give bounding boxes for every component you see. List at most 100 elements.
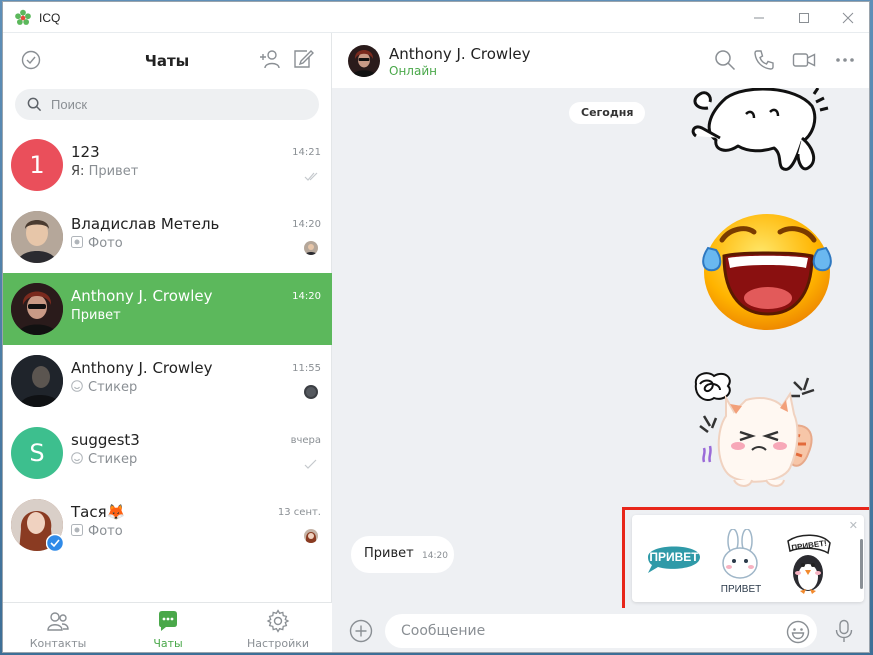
suggestion-label: ПРИВЕТ: [649, 550, 699, 564]
chat-preview: Стикер: [71, 380, 137, 395]
chat-item-vladislav[interactable]: Владислав Метель Фото 14:20: [3, 201, 332, 273]
chat-preview: Привет: [71, 308, 121, 323]
search-icon: [27, 97, 42, 112]
message-text: Привет: [364, 546, 414, 561]
avatar: [11, 211, 63, 263]
nav-chats[interactable]: Чаты: [113, 603, 223, 652]
minimize-button[interactable]: [736, 2, 781, 33]
sticker-icon: [71, 452, 83, 464]
chat-item-123[interactable]: 1 123 Я: Привет 14:21: [3, 129, 332, 201]
read-check-icon: [304, 459, 317, 469]
chats-icon: [159, 611, 177, 631]
sidebar-header: Чаты: [3, 33, 331, 86]
chat-name: Anthony J. Crowley: [71, 287, 213, 305]
suggestion-label: ПРИВЕТ: [721, 584, 762, 595]
search-icon[interactable]: [714, 49, 736, 71]
chat-preview: Фото: [71, 236, 123, 251]
conversation-name[interactable]: Anthony J. Crowley: [389, 45, 530, 63]
conversation-header: Anthony J. Crowley Онлайн: [332, 33, 869, 88]
sticker-privet-penguin[interactable]: ПРИВЕТ!: [782, 531, 834, 595]
chat-time: 14:20: [292, 291, 321, 302]
nav-label: Контакты: [29, 637, 87, 650]
close-button[interactable]: [825, 2, 869, 33]
chat-preview: Я: Привет: [71, 164, 138, 179]
avatar: [11, 355, 63, 407]
close-icon[interactable]: ✕: [849, 519, 858, 532]
photo-icon: [71, 524, 83, 536]
message-bubble[interactable]: Привет 14:20: [351, 536, 454, 573]
sticker-laughing-emoji[interactable]: [700, 206, 834, 332]
message-time: 14:20: [422, 551, 448, 561]
chat-preview: Стикер: [71, 452, 137, 467]
sticker-suggestions: ✕ ПРИВЕТ ПРИВЕТ ПРИВЕТ!: [632, 515, 864, 602]
avatar-photo-icon: [348, 45, 380, 77]
app-window: ICQ Чаты Поиск 1 123 Я: Привет 14:21 Вла…: [2, 1, 870, 653]
nav-settings[interactable]: Настройки: [223, 603, 333, 652]
bottom-nav: Контакты Чаты Настройки: [3, 602, 333, 652]
chat-time: вчера: [290, 435, 321, 446]
conversation-panel: Anthony J. Crowley Онлайн Сегодня Привет…: [332, 33, 869, 652]
chat-item-anthony[interactable]: Anthony J. Crowley Стикер 11:55: [3, 345, 332, 417]
suggestions-scrollbar[interactable]: [860, 539, 863, 589]
avatar-letter: 1: [29, 151, 45, 179]
chat-preview: Фото: [71, 524, 123, 539]
maximize-button[interactable]: [781, 2, 826, 33]
online-status: Онлайн: [389, 64, 437, 78]
chat-item-anthony-active[interactable]: Anthony J. Crowley Привет 14:20: [3, 273, 332, 345]
icq-logo-icon: [15, 9, 31, 25]
avatar: [11, 499, 64, 552]
avatar-photo-icon: [11, 355, 63, 407]
avatar-photo-icon: [11, 283, 63, 335]
contacts-icon: [47, 612, 69, 631]
avatar: S: [11, 427, 63, 479]
chat-time: 14:20: [292, 219, 321, 230]
video-call-icon[interactable]: [792, 49, 816, 71]
nav-contacts[interactable]: Контакты: [3, 603, 113, 652]
sticker-angry-cat[interactable]: [690, 370, 824, 500]
chat-item-suggest3[interactable]: S suggest3 Стикер вчера: [3, 417, 332, 489]
chat-preview-prefix: Я:: [71, 164, 85, 179]
more-options-icon[interactable]: [834, 49, 856, 71]
message-input[interactable]: [385, 614, 817, 648]
avatar: [11, 283, 63, 335]
date-divider: Сегодня: [569, 102, 646, 124]
nav-label: Настройки: [246, 637, 310, 650]
sticker-privet-bunny[interactable]: ПРИВЕТ: [716, 529, 766, 595]
maximize-icon: [798, 12, 809, 23]
sticker-cat-running[interactable]: [686, 88, 868, 192]
search-input[interactable]: [51, 89, 306, 120]
mini-avatar-icon: [304, 385, 318, 399]
photo-icon: [71, 236, 83, 248]
chat-time: 14:21: [292, 147, 321, 158]
chat-item-tasya[interactable]: Тася🦊 Фото 13 сент.: [3, 489, 332, 561]
chat-name: suggest3: [71, 431, 140, 449]
chat-name: 123: [71, 143, 100, 161]
search-bar[interactable]: [15, 89, 319, 120]
read-check-icon: [304, 172, 318, 181]
chat-preview-text: Стикер: [88, 380, 138, 395]
message-composer: [332, 608, 869, 652]
sticker-privet-bubble[interactable]: ПРИВЕТ: [644, 539, 704, 575]
microphone-icon[interactable]: [834, 619, 854, 643]
chat-name: Anthony J. Crowley: [71, 359, 213, 377]
chat-name: Владислав Метель: [71, 215, 220, 233]
close-icon: [842, 12, 853, 23]
emoji-icon[interactable]: [786, 620, 810, 644]
chat-list: 1 123 Я: Привет 14:21 Владислав Метель Ф…: [3, 129, 332, 561]
minimize-icon: [753, 17, 764, 18]
compose-icon[interactable]: [292, 48, 314, 70]
app-title: ICQ: [39, 11, 61, 25]
chat-preview-text: Привет: [88, 164, 139, 179]
settings-icon: [266, 609, 290, 633]
mini-avatar-icon: [304, 529, 318, 543]
sticker-icon: [71, 380, 83, 392]
chat-preview-text: Стикер: [88, 452, 138, 467]
chat-time: 13 сент.: [277, 507, 321, 518]
title-bar: ICQ: [3, 2, 869, 33]
attach-plus-icon[interactable]: [349, 619, 373, 643]
add-contact-icon[interactable]: [259, 48, 281, 70]
phone-icon[interactable]: [753, 49, 775, 71]
nav-label: Чаты: [153, 637, 183, 650]
page-title: Чаты: [144, 52, 190, 70]
avatar[interactable]: [348, 45, 380, 77]
